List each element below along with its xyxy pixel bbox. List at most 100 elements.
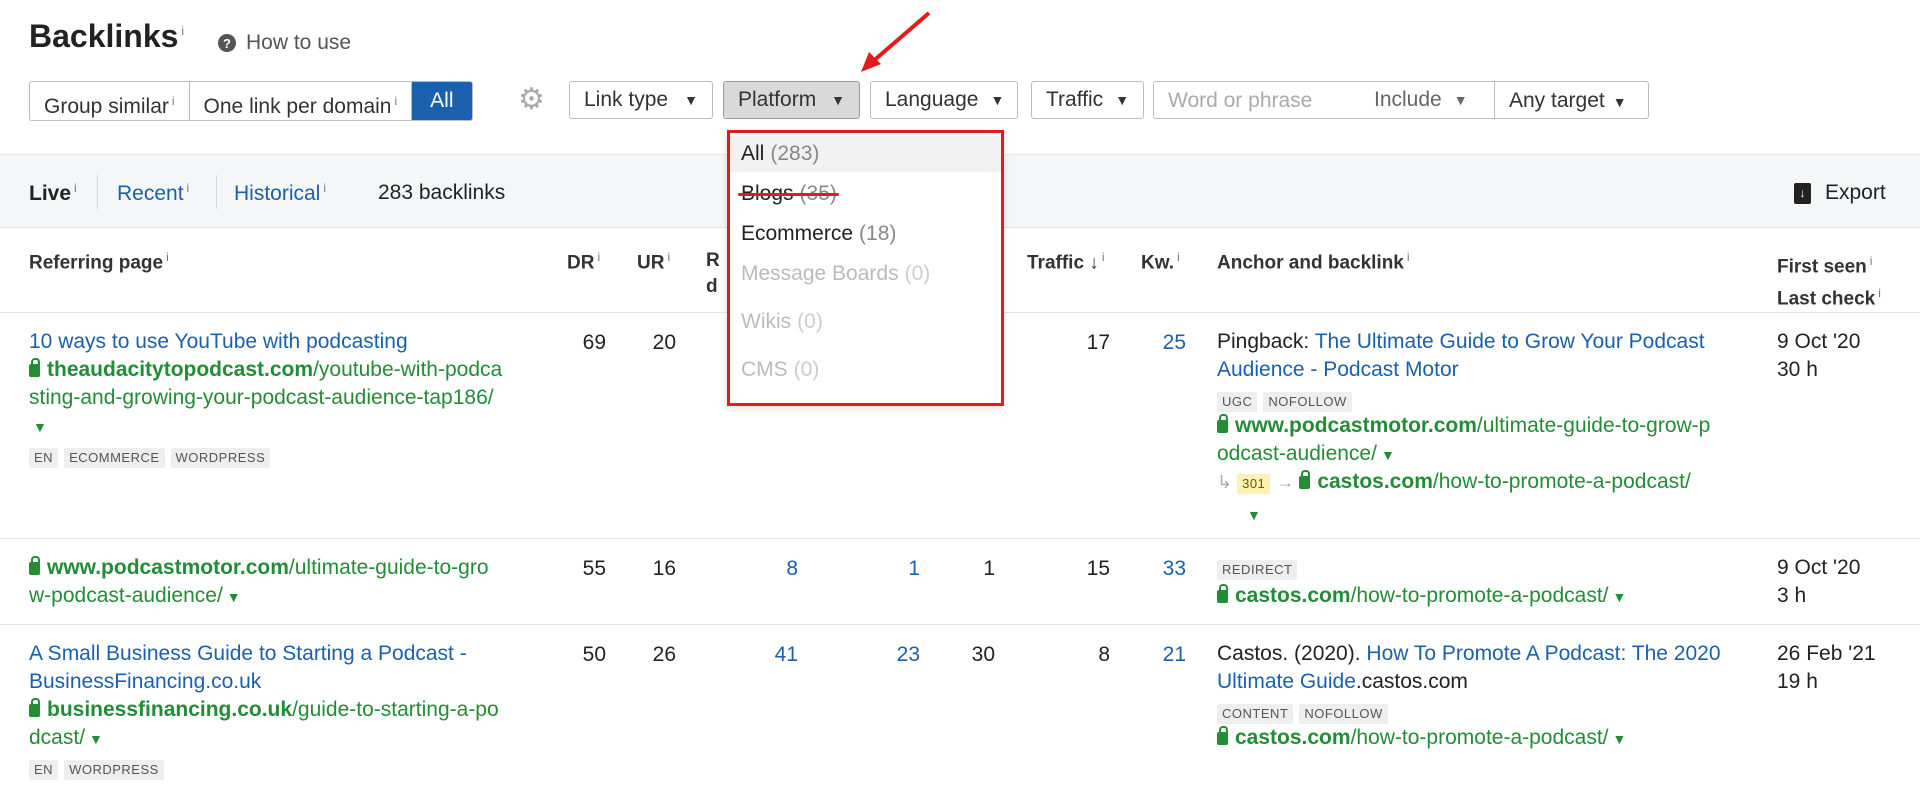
language-dropdown[interactable]: Language ▼ xyxy=(870,81,1018,119)
col-referring-page[interactable]: Referring page i xyxy=(29,250,169,274)
lock-icon xyxy=(1217,414,1228,433)
caret-down-icon: ▼ xyxy=(1453,92,1468,108)
platform-option-cms: CMS (0) xyxy=(741,358,820,381)
backlinks-count: 283 backlinks xyxy=(378,181,506,204)
platform-menu: All (283) Blogs (35) Ecommerce (18) Message… xyxy=(727,130,1004,406)
anchor-tags: CONTENT NOFOLLOW xyxy=(1217,698,1394,726)
first-seen-last-check: 9 Oct '20 3 h xyxy=(1777,556,1861,607)
backlink-target-url[interactable]: castos.com/how-to-promote-a-podcast/▼ xyxy=(1217,582,1626,611)
platform-option-ecommerce[interactable]: Ecommerce (18) xyxy=(730,216,1001,252)
referring-page-url[interactable]: theaudacitytopodcast.com/youtube-with-po… xyxy=(29,356,502,441)
grouping-segmented-control: Group similar i One link per domain i All xyxy=(29,81,473,121)
referring-domains-value[interactable]: 41 xyxy=(760,643,798,667)
caret-down-icon: ▼ xyxy=(1612,94,1627,110)
tab-recent[interactable]: Recent i xyxy=(117,181,189,206)
divider xyxy=(97,175,98,209)
referring-page-url[interactable]: businessfinancing.co.uk/guide-to-startin… xyxy=(29,696,499,753)
platform-option-message-boards: Message Boards (0) xyxy=(741,262,931,285)
redirect-arrow-icon: ↳ xyxy=(1217,472,1238,492)
backlink-target-url[interactable]: www.podcastmotor.com/ultimate-guide-to-g… xyxy=(1217,412,1710,469)
caret-down-icon: ▼ xyxy=(1247,507,1261,523)
col-anchor-backlink[interactable]: Anchor and backlink i xyxy=(1217,250,1410,274)
group-similar-option[interactable]: Group similar i xyxy=(30,82,190,120)
arrow-right-icon: → xyxy=(1276,472,1300,492)
export-icon: ↓ xyxy=(1794,182,1811,204)
dr-value: 50 xyxy=(582,643,606,666)
caret-down-icon: ▼ xyxy=(33,419,47,435)
include-dropdown[interactable]: Include ▼ xyxy=(1374,82,1494,118)
keywords-value[interactable]: 25 xyxy=(1140,331,1186,355)
lock-icon xyxy=(29,698,40,717)
traffic-dropdown[interactable]: Traffic ▼ xyxy=(1031,81,1144,119)
ur-value: 16 xyxy=(652,557,676,580)
col-keywords[interactable]: Kw. i xyxy=(1141,250,1180,274)
anchor-link[interactable]: The Ultimate Guide to Grow Your Podcast xyxy=(1315,330,1705,353)
keywords-value[interactable]: 21 xyxy=(1140,643,1186,667)
value-cell: 1 xyxy=(983,557,995,580)
platform-dropdown[interactable]: Platform ▼ xyxy=(723,81,860,119)
col-traffic[interactable]: Traffic ↓ i xyxy=(1027,250,1104,274)
dr-value: 69 xyxy=(582,331,606,354)
traffic-value: 15 xyxy=(1086,557,1110,580)
caret-down-icon: ▼ xyxy=(89,731,103,747)
first-seen-last-check: 26 Feb '21 19 h xyxy=(1777,642,1876,693)
referring-page-tags: EN WORDPRESS xyxy=(29,754,170,782)
traffic-value: 8 xyxy=(1098,643,1110,666)
word-or-phrase-input[interactable]: Word or phrase xyxy=(1154,82,1374,118)
anchor-text: Pingback: The Ultimate Guide to Grow You… xyxy=(1217,330,1705,381)
caret-down-icon: ▼ xyxy=(1612,589,1627,605)
keywords-value[interactable]: 33 xyxy=(1140,557,1186,581)
lock-icon xyxy=(29,358,40,377)
lock-icon xyxy=(1217,726,1228,745)
export-button[interactable]: ↓ Export xyxy=(1794,181,1886,205)
backlink-target-url[interactable]: castos.com/how-to-promote-a-podcast/▼ xyxy=(1217,724,1626,753)
annotation-underline xyxy=(738,193,839,196)
how-to-use-link[interactable]: ? How to use xyxy=(218,31,351,55)
platform-option-all[interactable]: All (283) xyxy=(730,136,1001,172)
any-target-dropdown[interactable]: Any target ▼ xyxy=(1494,82,1648,118)
linked-domains-value[interactable]: 1 xyxy=(880,557,920,581)
divider xyxy=(0,538,1920,539)
anchor-link[interactable]: Ultimate Guide xyxy=(1217,670,1356,693)
caret-down-icon: ▼ xyxy=(684,92,698,108)
anchor-link[interactable]: Audience - Podcast Motor xyxy=(1217,358,1459,381)
linked-domains-value[interactable]: 23 xyxy=(880,643,920,667)
anchor-tags: UGC NOFOLLOW xyxy=(1217,386,1358,414)
platform-option-wikis: Wikis (0) xyxy=(741,310,823,333)
referring-domains-value[interactable]: 8 xyxy=(760,557,798,581)
col-referring-domains[interactable]: Rd xyxy=(706,248,720,300)
dr-value: 55 xyxy=(582,557,606,580)
redirect-chain: ↳ 301 → castos.com/how-to-promote-a-podca… xyxy=(1217,470,1691,494)
col-first-seen[interactable]: First seen i Last check i xyxy=(1777,248,1881,313)
lock-icon xyxy=(1299,470,1311,489)
page-title: Backlinks i xyxy=(29,18,185,54)
question-circle-icon: ? xyxy=(218,34,236,52)
gear-icon[interactable]: ⚙ xyxy=(518,85,545,115)
lock-icon xyxy=(29,556,40,575)
tab-live[interactable]: Live i xyxy=(29,181,77,206)
divider xyxy=(216,175,217,209)
caret-down-icon: ▼ xyxy=(1115,92,1130,108)
referring-page-title[interactable]: 10 ways to use YouTube with podcasting xyxy=(29,328,408,356)
anchor-tags: REDIRECT xyxy=(1217,554,1303,582)
col-ur[interactable]: UR i xyxy=(637,250,670,274)
referring-page-title[interactable]: A Small Business Guide to Starting a Pod… xyxy=(29,640,467,696)
all-option[interactable]: All xyxy=(412,82,472,120)
one-link-per-domain-option[interactable]: One link per domain i xyxy=(190,82,413,120)
caret-down-icon: ▼ xyxy=(831,92,845,108)
caret-down-icon: ▼ xyxy=(1612,731,1627,747)
tab-historical[interactable]: Historical i xyxy=(234,181,326,206)
annotation-arrow xyxy=(861,11,931,72)
referring-page-url[interactable]: www.podcastmotor.com/ultimate-guide-to-g… xyxy=(29,554,489,611)
traffic-value: 17 xyxy=(1086,331,1110,354)
caret-down-icon: ▼ xyxy=(990,92,1005,108)
word-filter-group: Word or phrase Include ▼ Any target ▼ xyxy=(1153,81,1649,119)
col-dr[interactable]: DR i xyxy=(567,250,600,274)
anchor-text: Castos. (2020). How To Promote A Podcast… xyxy=(1217,642,1721,693)
anchor-link[interactable]: How To Promote A Podcast: The 2020 xyxy=(1366,642,1720,665)
ur-value: 26 xyxy=(652,643,676,666)
link-type-dropdown[interactable]: Link type ▼ xyxy=(569,81,713,119)
first-seen-last-check: 9 Oct '20 30 h xyxy=(1777,330,1861,381)
redirect-target-url[interactable]: castos.com/how-to-promote-a-podcast/ xyxy=(1299,470,1691,493)
lock-icon xyxy=(1217,584,1228,603)
